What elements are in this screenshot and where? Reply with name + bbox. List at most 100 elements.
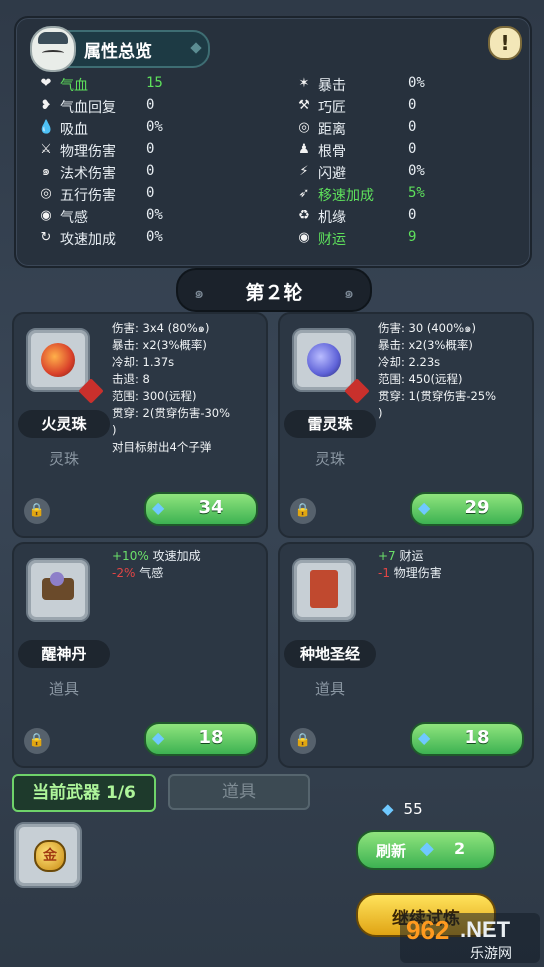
buy-button[interactable]: ◆ 29 (410, 492, 524, 526)
card-description: 伤害: 3x4 (80%๑) 暴击: x2(3%概率) 冷却: 1.37s 击退… (112, 320, 262, 456)
shop-card-awakening-pill[interactable]: 醒神丹 道具 +10% 攻速加成 -2% 气感 🔒 ◆ 18 (12, 542, 268, 768)
bone-figure-icon: ♟ (298, 142, 310, 157)
stat-label: 物理伤害 (60, 144, 116, 160)
lock-button[interactable]: 🔒 (24, 728, 50, 754)
stat-row: ❤ 气血 15 (38, 74, 258, 96)
stat-label: 吸血 (60, 122, 88, 138)
stat-value: 0% (146, 207, 163, 223)
shop-card-thunder-orb[interactable]: 雷灵珠 灵珠 伤害: 30 (400%๑) 暴击: x2(3%概率) 冷却: 2… (278, 312, 534, 538)
watermark: 962 .NET 乐游网 (400, 913, 540, 963)
buy-button[interactable]: ◆ 18 (144, 722, 258, 756)
card-kind: 灵珠 (314, 450, 345, 468)
refresh-cost: 2 (454, 839, 466, 858)
stat-row: ⚒ 巧匠 0 (296, 96, 516, 118)
card-kind: 道具 (314, 680, 345, 698)
thunder-orb-slot (292, 328, 370, 404)
weapon-badge-icon (344, 378, 370, 404)
desc-line: ) (378, 406, 383, 420)
card-kind: 道具 (48, 680, 79, 698)
desc-line: 贯穿: 2(贯穿伤害-30% (112, 406, 231, 420)
lock-button[interactable]: 🔒 (290, 498, 316, 524)
dodge-figure-icon: ⚡ (299, 164, 309, 179)
swirl-icon: ๑ (41, 164, 51, 179)
stat-row: ➶ 移速加成 5% (296, 184, 516, 206)
lock-button[interactable]: 🔒 (24, 498, 50, 524)
gem-icon: ◆ (420, 838, 434, 859)
stat-label: 距离 (318, 122, 346, 138)
desc-line: 范围: 300(远程) (112, 389, 197, 403)
stat-row: ❥ 气血回复 0 (38, 96, 258, 118)
thunder-orb-icon (307, 343, 341, 377)
watermark-brand: 962 (406, 915, 450, 945)
card-name: 醒神丹 (18, 640, 110, 668)
card-name: 种地圣经 (284, 640, 376, 668)
desc-line: 冷却: 1.37s (112, 355, 175, 369)
stat-label: 机缘 (318, 210, 346, 226)
stat-row: ↻ 攻速加成 0% (38, 228, 258, 250)
desc-line: 范围: 450(远程) (378, 372, 463, 386)
lock-button[interactable]: 🔒 (290, 728, 316, 754)
desc-line: 击退: 8 (112, 372, 150, 386)
gem-icon: ◆ (152, 728, 165, 747)
round-label: 第２轮 (245, 282, 303, 304)
desc-line: 伤害: 3x4 (80%๑) (112, 321, 210, 335)
refresh-label: 刷新 (376, 842, 407, 860)
pill-icon (50, 572, 64, 586)
card-name: 火灵珠 (18, 410, 110, 438)
effect-line: -2% 气感 (112, 566, 164, 580)
hammer-icon: ⚒ (298, 98, 310, 113)
stat-label: 五行伤害 (60, 188, 116, 204)
tab-items[interactable]: 道具 (168, 774, 310, 810)
current-weapon-slot[interactable]: 金 (14, 822, 82, 888)
five-elements-icon: ◎ (40, 186, 52, 201)
stat-label: 气血回复 (60, 100, 116, 116)
stat-value: 0% (408, 163, 425, 179)
book-slot (292, 558, 356, 622)
stat-row: ๑ 法术伤害 0 (38, 162, 258, 184)
buy-button[interactable]: ◆ 34 (144, 492, 258, 526)
effect-line: +10% 攻速加成 (112, 549, 201, 563)
stat-label: 闪避 (318, 166, 346, 182)
gem-balance: ◆ 55 (382, 800, 423, 818)
book-icon (310, 570, 338, 608)
price-value: 18 (198, 727, 224, 748)
title-diamond-icon (190, 42, 202, 54)
card-effects: +7 财运 -1 物理伤害 (378, 548, 442, 582)
stat-value: 0 (408, 119, 417, 135)
stat-label: 法术伤害 (60, 166, 116, 182)
stat-label: 暴击 (318, 78, 346, 94)
stat-value: 0% (146, 119, 163, 135)
stat-row: ⚡ 闪避 0% (296, 162, 516, 184)
stat-label: 巧匠 (318, 100, 346, 116)
stat-row: ♟ 根骨 0 (296, 140, 516, 162)
fortune-coin-icon: ◉ (298, 230, 310, 245)
stat-row: ◉ 财运 9 (296, 228, 516, 250)
refresh-button[interactable]: 刷新 ◆ 2 (356, 830, 496, 870)
character-avatar-icon (30, 26, 76, 72)
buy-button[interactable]: ◆ 18 (410, 722, 524, 756)
gold-orb-icon: 金 (34, 840, 66, 872)
shop-card-fire-orb[interactable]: 火灵珠 灵珠 伤害: 3x4 (80%๑) 暴击: x2(3%概率) 冷却: 1… (12, 312, 268, 538)
help-button[interactable]: ! (488, 26, 522, 60)
desc-line: ) (112, 423, 117, 437)
card-kind: 灵珠 (48, 450, 79, 468)
stat-row: ♻ 机缘 0 (296, 206, 516, 228)
price-value: 29 (464, 497, 490, 518)
stat-value: 0 (408, 207, 417, 223)
stat-row: 💧 吸血 0% (38, 118, 258, 140)
desc-line: 暴击: x2(3%概率) (112, 338, 207, 352)
crit-claw-icon: ✶ (298, 76, 310, 91)
shop-card-farming-bible[interactable]: 种地圣经 道具 +7 财运 -1 物理伤害 🔒 ◆ 18 (278, 542, 534, 768)
tab-current-weapon[interactable]: 当前武器 1/6 (12, 774, 156, 812)
gem-icon: ◆ (382, 800, 394, 818)
effect-line: +7 财运 (378, 549, 424, 563)
stats-title: 属性总览 (84, 42, 152, 62)
stat-label: 气血 (60, 78, 88, 94)
gem-count: 55 (403, 800, 423, 818)
desc-line: 贯穿: 1(贯穿伤害-25% (378, 389, 497, 403)
stat-value: 15 (146, 75, 163, 91)
heart-icon: ❤ (40, 76, 52, 91)
gem-icon: ◆ (418, 498, 431, 517)
stat-label: 财运 (318, 232, 346, 248)
stat-value: 0% (146, 229, 163, 245)
